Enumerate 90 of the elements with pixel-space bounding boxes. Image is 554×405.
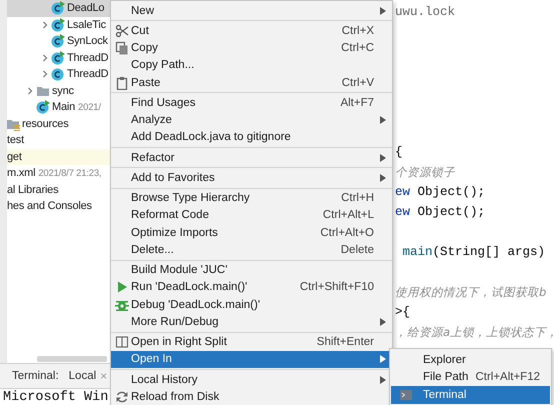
file-date: 2021/8/7 21:23,: [38, 168, 102, 179]
menu-item[interactable]: Optimize Imports Ctrl+Alt+O: [111, 224, 392, 242]
menu-item[interactable]: Explorer: [391, 351, 550, 368]
terminal-title: Terminal:: [12, 370, 59, 382]
menu-item[interactable]: Paste Ctrl+V: [111, 74, 392, 92]
menu-item[interactable]: More Run/Debug: [111, 313, 392, 330]
class-icon: [51, 67, 65, 82]
chevron-icon[interactable]: [41, 20, 49, 29]
tree-item-label: SynLock: [67, 35, 108, 48]
tree-item[interactable]: ThreadD: [7, 66, 110, 82]
class-run-icon: [51, 18, 65, 32]
horizontal-scrollbar[interactable]: [37, 356, 107, 362]
code-line: main(String[] args): [402, 244, 546, 261]
code-line: 使用权的情况下，试图获取b: [395, 284, 548, 301]
submenu-arrow-icon: [380, 6, 386, 15]
tree-item[interactable]: m.xml 2021/8/7 21:23,: [7, 165, 110, 182]
menu-item[interactable]: Debug 'DeadLock.main()': [111, 296, 392, 314]
file-date: 2021/: [78, 102, 101, 113]
copy-icon: [115, 41, 129, 56]
menu-item[interactable]: Copy Ctrl+C: [111, 40, 392, 57]
menu-item[interactable]: Add to Favorites: [111, 169, 392, 186]
menu-item[interactable]: Delete... Delete: [111, 241, 392, 258]
tree-item[interactable]: resources: [7, 116, 110, 132]
tree-item-label: hes and Consoles: [7, 200, 92, 212]
tree-item[interactable]: hes and Consoles: [7, 198, 110, 214]
submenu-arrow-icon: [380, 376, 386, 384]
chevron-icon[interactable]: [41, 70, 49, 78]
menu-item[interactable]: Refactor: [111, 149, 392, 166]
tree-item-label: m.xml: [7, 167, 36, 180]
code-line: >{: [395, 304, 412, 321]
tree-item[interactable]: get: [7, 148, 110, 165]
menu-item[interactable]: Terminal: [391, 386, 550, 404]
tree-item[interactable]: Main 2021/: [7, 99, 110, 116]
scissors-icon: [115, 24, 129, 38]
terminal-icon: [399, 388, 413, 402]
tree-item[interactable]: DeadLo: [7, 0, 110, 16]
tree-item-label: al Libraries: [7, 184, 58, 196]
tree-item[interactable]: LsaleTic: [7, 16, 110, 33]
chevron-icon[interactable]: [26, 86, 34, 95]
tree-item[interactable]: test: [7, 132, 110, 148]
tree-item-label: ThreadD: [67, 68, 108, 80]
menu-item[interactable]: Add DeadLock.java to gitignore: [111, 128, 392, 146]
code-line: ，给资源a上锁，上锁状态下，: [395, 324, 554, 341]
menu-item[interactable]: Analyze: [111, 112, 392, 129]
tree-item-label: DeadLo: [67, 2, 104, 14]
tree-item-label: LsaleTic: [67, 18, 106, 31]
submenu-arrow-icon: [380, 154, 386, 162]
menu-item[interactable]: Open in Right Split Shift+Enter: [111, 334, 392, 351]
tree-item-label: resources: [22, 118, 68, 130]
submenu-arrow-icon: [380, 355, 386, 364]
class-run-icon: [51, 1, 65, 16]
code-line: ew Object();: [395, 204, 486, 221]
class-run-icon: [51, 50, 65, 65]
tree-item-label: get: [7, 150, 22, 163]
menu-item[interactable]: Local History: [111, 371, 392, 388]
code-line: ew Object();: [395, 184, 486, 201]
menu-item[interactable]: New: [111, 2, 392, 20]
code-line: 个资源锁子: [395, 164, 456, 181]
tree-item[interactable]: SynLock: [7, 33, 110, 50]
submenu-arrow-icon: [380, 116, 386, 124]
class-run-icon: [36, 100, 50, 114]
clipboard-icon: [115, 76, 129, 90]
play-icon: [115, 280, 129, 294]
submenu-arrow-icon: [380, 318, 386, 326]
terminal-output: Microsoft Win: [2, 389, 110, 405]
code-line: uwu.lock: [395, 4, 456, 21]
tree-item-label: sync: [52, 84, 74, 97]
chevron-icon[interactable]: [41, 54, 49, 62]
menu-item[interactable]: Browse Type Hierarchy Ctrl+H: [111, 190, 392, 207]
split-view-icon: [115, 335, 129, 350]
menu-item[interactable]: Reload from Disk: [111, 388, 392, 405]
menu-item[interactable]: File Path Ctrl+Alt+F12: [391, 368, 550, 386]
reload-icon: [115, 390, 129, 404]
menu-item[interactable]: Reformat Code Ctrl+Alt+L: [111, 206, 392, 224]
menu-item[interactable]: Cut Ctrl+X: [111, 22, 392, 40]
tree-item[interactable]: sync: [7, 82, 110, 99]
code-line: {: [395, 144, 404, 161]
class-run-icon: [51, 34, 65, 48]
tree-item-label: ThreadD: [67, 52, 108, 64]
tree-item-label: Main: [52, 101, 76, 114]
terminal-tab[interactable]: Local: [68, 370, 96, 382]
menu-item[interactable]: Build Module 'JUC': [111, 262, 392, 279]
tree-item[interactable]: ThreadD: [7, 50, 110, 66]
menu-item[interactable]: Open In: [111, 350, 392, 368]
menu-item[interactable]: Copy Path...: [111, 56, 392, 74]
tree-item-label: test: [7, 134, 24, 146]
tree-item[interactable]: al Libraries: [7, 182, 110, 198]
submenu-arrow-icon: [380, 174, 386, 182]
menu-item[interactable]: Find Usages Alt+F7: [111, 94, 392, 112]
menu-item[interactable]: Run 'DeadLock.main()' Ctrl+Shift+F10: [111, 278, 392, 296]
